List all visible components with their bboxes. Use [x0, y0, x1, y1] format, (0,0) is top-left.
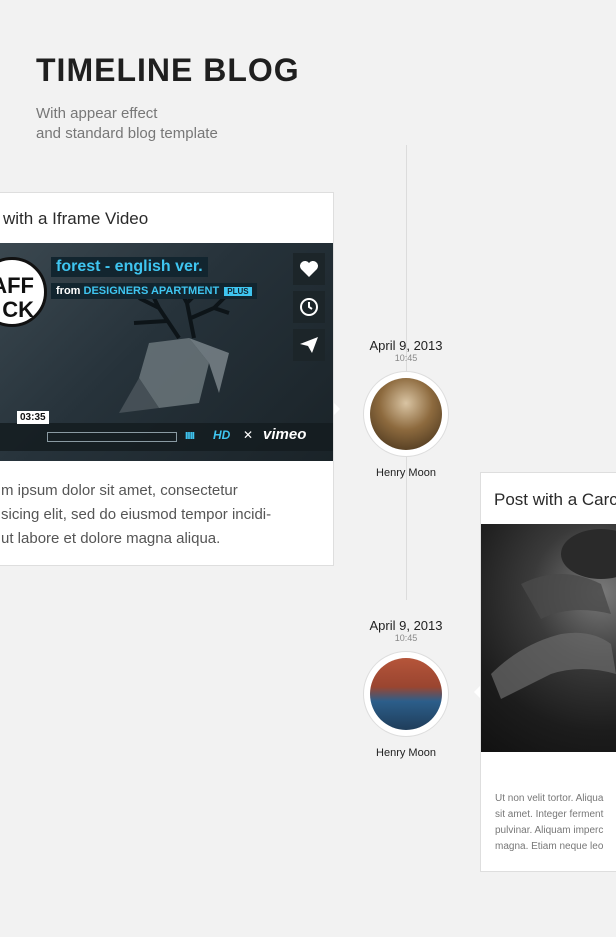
fullscreen-icon[interactable]: ✕	[243, 428, 253, 442]
avatar-photo	[370, 658, 442, 730]
paper-plane-icon	[300, 337, 318, 353]
post-card-video[interactable]: with a Iframe Video AFF CK forest - engl…	[0, 192, 334, 566]
heart-icon	[300, 261, 318, 277]
post-excerpt: m ipsum dolor sit amet, consectetur sici…	[1, 482, 272, 547]
subtitle-line-1: With appear effect	[36, 105, 158, 122]
post-excerpt: Ut non velit tortor. Aliqua sit amet. In…	[495, 793, 604, 852]
page-title: TIMELINE BLOG	[36, 52, 300, 88]
video-actions	[293, 253, 325, 367]
post-time: 10:45	[394, 353, 418, 363]
avatar-photo	[370, 378, 442, 450]
video-timestamp: 03:35	[17, 411, 49, 424]
post-image[interactable]	[481, 524, 616, 752]
hd-toggle[interactable]: HD	[213, 428, 230, 442]
vimeo-logo[interactable]: vimeo	[263, 426, 306, 443]
post-date: April 9, 2013	[369, 338, 443, 353]
like-button[interactable]	[293, 253, 325, 285]
deer-artwork	[119, 287, 231, 413]
post-date: April 9, 2013	[369, 618, 443, 633]
post-title[interactable]: with a Iframe Video	[3, 209, 148, 229]
subtitle-line-2: and standard blog template	[36, 125, 218, 142]
author-name[interactable]: Henry Moon	[356, 467, 456, 479]
video-title[interactable]: forest - english ver.	[51, 257, 208, 277]
post-card-carousel[interactable]: Post with a Carc Ut non velit tortor. Al…	[480, 472, 616, 872]
share-button[interactable]	[293, 329, 325, 361]
volume-icon[interactable]: IIIII	[185, 431, 195, 442]
author-name[interactable]: Henry Moon	[356, 747, 456, 759]
video-channel[interactable]: DESIGNERS APARTMENT	[84, 285, 220, 297]
author-avatar[interactable]	[363, 371, 449, 457]
post-meta: April 9, 2013 10:45 Henry Moon	[356, 618, 456, 759]
author-avatar[interactable]	[363, 651, 449, 737]
video-controls: 03:35 IIIII HD ✕ vimeo	[0, 411, 333, 451]
video-progress-bar[interactable]	[47, 432, 177, 442]
video-byline[interactable]: from DESIGNERS APARTMENT PLUS	[51, 283, 257, 299]
plus-badge: PLUS	[224, 287, 252, 296]
post-meta: April 9, 2013 10:45 Henry Moon	[356, 338, 456, 479]
page-subtitle: With appear effect and standard blog tem…	[36, 104, 218, 144]
card-pointer-arrow	[334, 403, 340, 415]
hands-photo	[491, 529, 616, 699]
video-player[interactable]: AFF CK forest - english ver. from DESIGN…	[0, 243, 333, 461]
vimeo-staff-pick-badge: AFF CK	[0, 257, 47, 327]
video-from-label: from	[56, 285, 81, 297]
clock-icon	[300, 298, 318, 316]
watch-later-button[interactable]	[293, 291, 325, 323]
post-title[interactable]: Post with a Carc	[494, 490, 616, 510]
post-time: 10:45	[394, 633, 418, 643]
